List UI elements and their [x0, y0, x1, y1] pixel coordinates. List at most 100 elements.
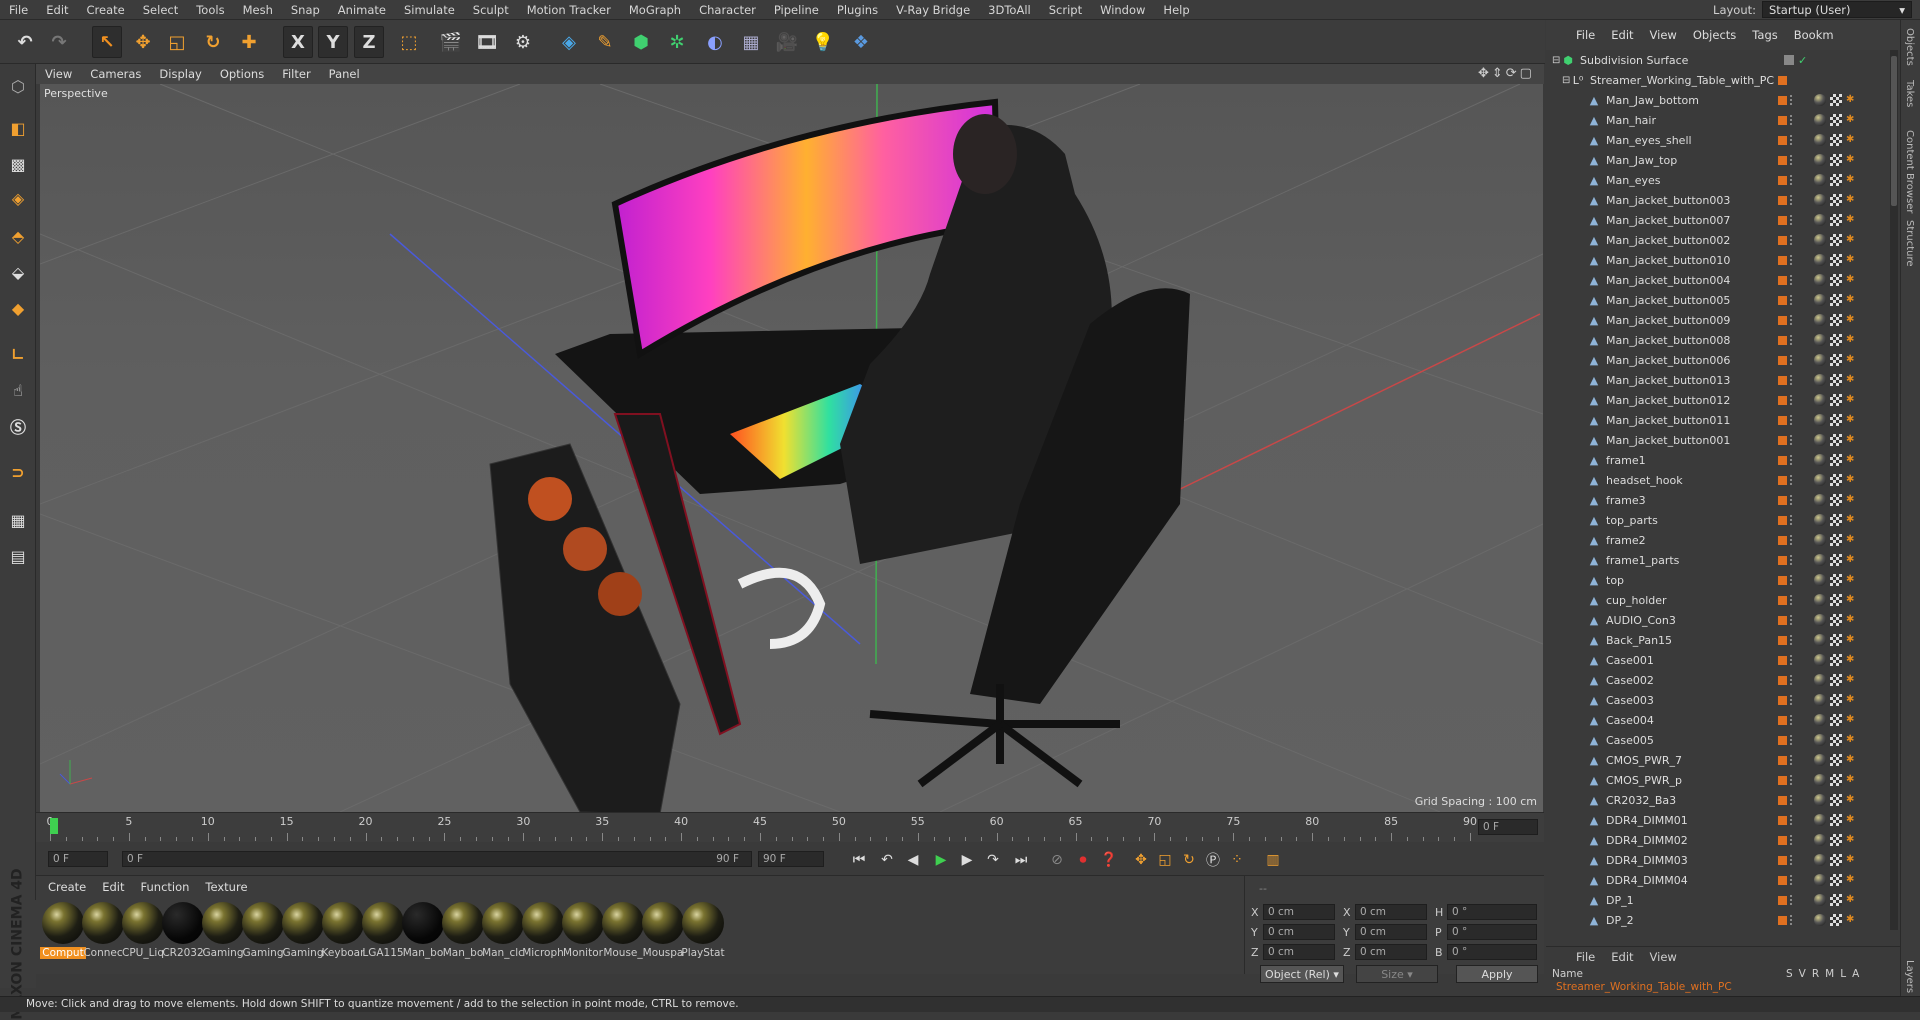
visibility-dots-icon[interactable]	[1790, 475, 1793, 485]
material-tag-icon[interactable]	[1814, 914, 1826, 926]
menu-script[interactable]: Script	[1040, 3, 1091, 17]
layer-color-swatch[interactable]	[1778, 155, 1787, 165]
texture-tag-icon[interactable]: ✱	[1846, 675, 1856, 685]
tree-root-row[interactable]: ⊟ ⬢ Subdivision Surface ✓	[1546, 50, 1900, 70]
object-menu-bookm[interactable]: Bookm	[1786, 28, 1842, 42]
object-row[interactable]: ▲ DP_1 ✱	[1546, 890, 1900, 910]
texture-tag-icon[interactable]: ✱	[1846, 375, 1856, 385]
material-tag-icon[interactable]	[1814, 854, 1826, 866]
axis-mode-icon[interactable]: ∟	[4, 340, 32, 368]
model-mode-icon[interactable]: ◧	[4, 114, 32, 142]
visibility-dots-icon[interactable]	[1790, 415, 1793, 425]
layer-color-swatch[interactable]	[1778, 615, 1787, 625]
object-row[interactable]: ▲ Man_jacket_button002 ✱	[1546, 230, 1900, 250]
visibility-dots-icon[interactable]	[1790, 195, 1793, 205]
visibility-dots-icon[interactable]	[1790, 635, 1793, 645]
object-row[interactable]: ▲ Back_Pan15 ✱	[1546, 630, 1900, 650]
material-tag-icon[interactable]	[1814, 494, 1826, 506]
texture-tag-icon[interactable]: ✱	[1846, 215, 1856, 225]
cube-icon[interactable]: ◈	[554, 26, 584, 58]
texture-tag-icon[interactable]: ✱	[1846, 695, 1856, 705]
texture-tag-icon[interactable]: ✱	[1846, 135, 1856, 145]
texture-tag-icon[interactable]: ✱	[1846, 835, 1856, 845]
material-swatch[interactable]: PlayStat	[680, 902, 726, 960]
material-tag-icon[interactable]	[1814, 334, 1826, 346]
layer-color-swatch[interactable]	[1778, 295, 1787, 305]
material-tag-icon[interactable]	[1814, 794, 1826, 806]
object-row[interactable]: ▲ CMOS_PWR_p ✱	[1546, 770, 1900, 790]
visibility-dots-icon[interactable]	[1790, 455, 1793, 465]
visibility-dots-icon[interactable]	[1790, 175, 1793, 185]
tweak-mode-icon[interactable]: ☝	[4, 376, 32, 404]
visibility-dots-icon[interactable]	[1790, 395, 1793, 405]
material-tag-icon[interactable]	[1814, 314, 1826, 326]
material-tag-icon[interactable]	[1814, 154, 1826, 166]
visibility-dots-icon[interactable]	[1790, 835, 1793, 845]
key-rotation-icon[interactable]: ↻	[1178, 849, 1200, 871]
layer-color-swatch[interactable]	[1778, 875, 1787, 885]
uvw-tag-icon[interactable]	[1830, 334, 1842, 346]
object-menu-edit[interactable]: Edit	[1603, 28, 1641, 42]
size-z-field[interactable]: 0 cm	[1355, 944, 1427, 960]
play-icon[interactable]: ▶	[930, 849, 952, 871]
material-tag-icon[interactable]	[1814, 454, 1826, 466]
visibility-icon[interactable]	[1784, 55, 1794, 65]
menu-snap[interactable]: Snap	[282, 3, 329, 17]
menu-tools[interactable]: Tools	[187, 3, 233, 17]
layer-color-swatch[interactable]	[1778, 115, 1787, 125]
layer-color-swatch[interactable]	[1778, 775, 1787, 785]
visibility-dots-icon[interactable]	[1790, 655, 1793, 665]
uvw-tag-icon[interactable]	[1830, 714, 1842, 726]
previous-key-icon[interactable]: ↶	[876, 849, 898, 871]
x-axis-button[interactable]: X	[283, 26, 313, 58]
layer-color-swatch[interactable]	[1778, 535, 1787, 545]
texture-tag-icon[interactable]: ✱	[1846, 255, 1856, 265]
layer-color-swatch[interactable]	[1778, 335, 1787, 345]
material-tag-icon[interactable]	[1814, 434, 1826, 446]
uvw-tag-icon[interactable]	[1830, 174, 1842, 186]
viewport-menu-view[interactable]: View	[36, 67, 81, 81]
side-tab-layers[interactable]: Layers	[1904, 960, 1915, 993]
layer-color-swatch[interactable]	[1778, 415, 1787, 425]
texture-tag-icon[interactable]: ✱	[1846, 735, 1856, 745]
material-menu-texture[interactable]: Texture	[197, 880, 255, 894]
material-tag-icon[interactable]	[1814, 194, 1826, 206]
visibility-dots-icon[interactable]	[1790, 535, 1793, 545]
uvw-tag-icon[interactable]	[1830, 214, 1842, 226]
uvw-tag-icon[interactable]	[1830, 754, 1842, 766]
visibility-dots-icon[interactable]	[1790, 315, 1793, 325]
uvw-tag-icon[interactable]	[1830, 854, 1842, 866]
layer-menu-file[interactable]: File	[1568, 950, 1603, 964]
layer-color-swatch[interactable]	[1778, 695, 1787, 705]
uvw-tag-icon[interactable]	[1830, 294, 1842, 306]
material-tag-icon[interactable]	[1814, 894, 1826, 906]
viewport-navigation-icons[interactable]: ✥⇕⟳▢	[1478, 66, 1535, 81]
uvw-tag-icon[interactable]	[1830, 814, 1842, 826]
visibility-dots-icon[interactable]	[1790, 115, 1793, 125]
redo-icon[interactable]: ↷	[44, 26, 74, 58]
menu-edit[interactable]: Edit	[37, 3, 77, 17]
uvw-tag-icon[interactable]	[1830, 674, 1842, 686]
visibility-dots-icon[interactable]	[1790, 715, 1793, 725]
object-row[interactable]: ▲ CR2032_Ba3 ✱	[1546, 790, 1900, 810]
layer-color-swatch[interactable]	[1778, 435, 1787, 445]
material-tag-icon[interactable]	[1814, 654, 1826, 666]
material-tag-icon[interactable]	[1814, 254, 1826, 266]
object-row[interactable]: ▲ DDR4_DIMM04 ✱	[1546, 870, 1900, 890]
camera-icon[interactable]: 🎥	[772, 26, 802, 58]
side-tab-objects[interactable]: Objects	[1904, 28, 1915, 66]
visibility-dots-icon[interactable]	[1790, 575, 1793, 585]
layer-color-swatch[interactable]	[1778, 715, 1787, 725]
autokey-icon[interactable]: ⏺	[1072, 849, 1094, 871]
object-row[interactable]: ▲ cup_holder ✱	[1546, 590, 1900, 610]
collapse-icon[interactable]: ⊟	[1562, 75, 1572, 86]
uvw-tag-icon[interactable]	[1830, 574, 1842, 586]
layer-color-swatch[interactable]	[1778, 475, 1787, 485]
uvw-tag-icon[interactable]	[1830, 454, 1842, 466]
layer-color-swatch[interactable]	[1778, 195, 1787, 205]
layer-color-swatch[interactable]	[1778, 575, 1787, 585]
uvw-tag-icon[interactable]	[1830, 914, 1842, 926]
visibility-dots-icon[interactable]	[1790, 895, 1793, 905]
render-view-icon[interactable]: 🎬	[436, 26, 466, 58]
object-row[interactable]: ▲ Case001 ✱	[1546, 650, 1900, 670]
